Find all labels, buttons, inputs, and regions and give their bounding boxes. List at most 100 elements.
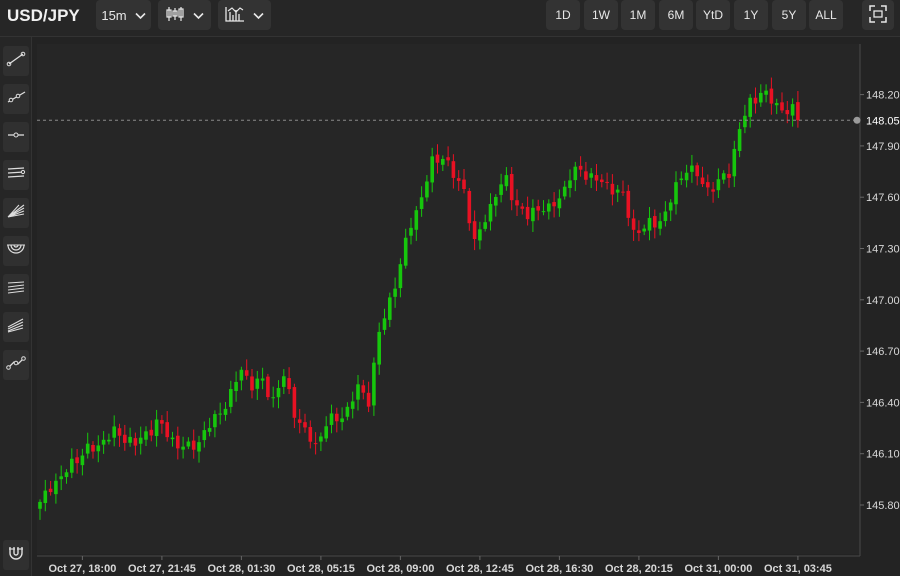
candle[interactable] (144, 426, 148, 446)
candle[interactable] (372, 357, 376, 416)
candle[interactable] (737, 122, 742, 158)
candle[interactable] (75, 449, 79, 474)
candle[interactable] (356, 375, 360, 411)
candle[interactable] (239, 366, 244, 391)
candle[interactable] (679, 171, 684, 185)
candle[interactable] (393, 277, 397, 308)
price-chart[interactable]: 145.80 146.10 146.40 146.70 147.00 147.30 147.… (0, 0, 900, 576)
candle[interactable] (197, 435, 201, 463)
candle[interactable] (133, 432, 138, 456)
candle[interactable] (790, 98, 795, 127)
candle[interactable] (409, 217, 413, 245)
candle[interactable] (282, 369, 286, 395)
candle[interactable] (213, 410, 217, 438)
candle[interactable] (218, 402, 222, 425)
candle[interactable] (297, 409, 302, 434)
candle[interactable] (547, 199, 551, 220)
candle[interactable] (96, 435, 101, 463)
candle[interactable] (377, 322, 381, 375)
candle[interactable] (101, 431, 106, 454)
candle[interactable] (483, 214, 487, 232)
candle[interactable] (568, 169, 572, 198)
candle[interactable] (266, 373, 270, 401)
candle[interactable] (340, 407, 344, 431)
candle[interactable] (176, 426, 180, 460)
candle[interactable] (499, 173, 503, 203)
candle[interactable] (324, 416, 328, 442)
candle[interactable] (244, 359, 249, 380)
candle[interactable] (711, 181, 715, 203)
candle[interactable] (202, 421, 207, 448)
candle[interactable] (313, 432, 318, 455)
candle[interactable] (398, 258, 403, 298)
candle[interactable] (780, 92, 784, 114)
candle[interactable] (515, 189, 519, 217)
candle[interactable] (764, 84, 768, 103)
candle[interactable] (382, 308, 387, 335)
candle[interactable] (70, 448, 74, 479)
candle[interactable] (552, 192, 556, 218)
candle[interactable] (769, 77, 774, 115)
candle[interactable] (615, 184, 620, 203)
candle[interactable] (276, 380, 281, 409)
candle[interactable] (753, 87, 758, 114)
candle[interactable] (59, 465, 63, 491)
candle[interactable] (732, 140, 737, 188)
candle[interactable] (319, 432, 323, 452)
candle[interactable] (430, 147, 434, 193)
candle[interactable] (229, 380, 233, 414)
candle[interactable] (223, 402, 228, 421)
candle[interactable] (520, 202, 525, 215)
candle[interactable] (451, 154, 456, 189)
candle[interactable] (128, 427, 132, 447)
candle[interactable] (478, 221, 482, 250)
candle[interactable] (748, 94, 752, 128)
candle[interactable] (674, 171, 678, 215)
candle[interactable] (653, 209, 657, 239)
candle[interactable] (589, 168, 593, 189)
candle[interactable] (303, 413, 307, 433)
candle[interactable] (721, 170, 726, 184)
candle[interactable] (181, 436, 185, 459)
candle[interactable] (573, 161, 578, 192)
candle[interactable] (774, 98, 779, 115)
candle[interactable] (388, 292, 392, 328)
candle[interactable] (631, 209, 636, 241)
candle[interactable] (525, 196, 530, 226)
candle[interactable] (48, 480, 53, 496)
candle[interactable] (38, 499, 42, 520)
candle[interactable] (488, 193, 493, 231)
candle[interactable] (456, 170, 461, 191)
candle[interactable] (207, 417, 212, 437)
candle[interactable] (743, 104, 747, 134)
candle[interactable] (584, 161, 588, 185)
candle[interactable] (414, 206, 419, 241)
candle[interactable] (403, 228, 408, 269)
candle[interactable] (191, 429, 196, 459)
candle[interactable] (85, 432, 90, 459)
candle[interactable] (642, 224, 646, 236)
candle[interactable] (494, 194, 498, 217)
candle[interactable] (64, 469, 69, 484)
candle[interactable] (160, 415, 164, 434)
candle[interactable] (605, 172, 609, 190)
candle[interactable] (690, 154, 694, 183)
candle[interactable] (467, 188, 472, 231)
candle[interactable] (154, 409, 159, 447)
candle[interactable] (250, 369, 254, 399)
candle[interactable] (419, 186, 424, 217)
candle[interactable] (578, 156, 583, 177)
candle[interactable] (759, 84, 763, 107)
candle[interactable] (80, 448, 85, 476)
candle[interactable] (350, 391, 355, 419)
candle[interactable] (234, 371, 238, 402)
candle[interactable] (727, 163, 731, 188)
candle[interactable] (695, 162, 699, 186)
candle[interactable] (541, 200, 546, 216)
candle[interactable] (425, 175, 429, 202)
candle[interactable] (441, 155, 445, 171)
candle[interactable] (165, 411, 169, 442)
candle[interactable] (536, 199, 540, 221)
candle[interactable] (668, 199, 673, 222)
candle[interactable] (123, 424, 127, 451)
